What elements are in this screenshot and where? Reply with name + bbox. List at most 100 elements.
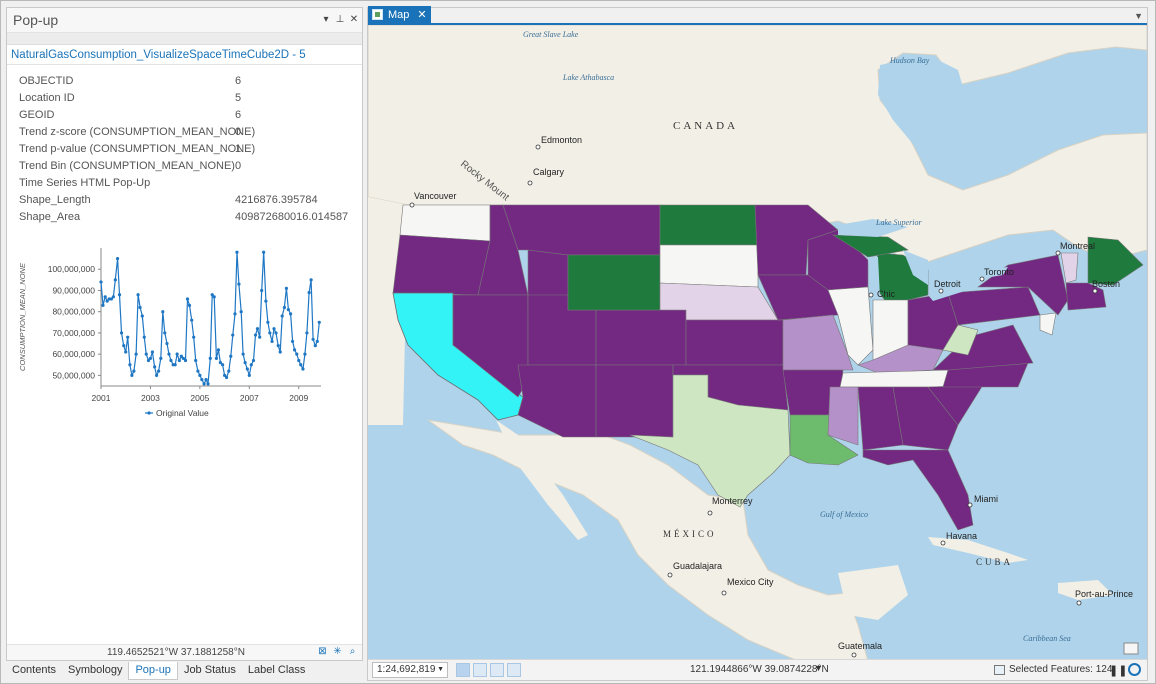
correction-icon[interactable] (507, 663, 521, 677)
chevron-down-icon[interactable]: ▼ (1134, 11, 1143, 21)
data-point (159, 356, 163, 360)
state-pennsylvania[interactable] (947, 286, 1041, 326)
attr-value: 5 (235, 92, 242, 104)
data-point (165, 341, 169, 346)
tab-symbology[interactable]: Symbology (62, 662, 128, 680)
data-point (235, 250, 239, 254)
tab-job-status[interactable]: Job Status (178, 662, 242, 680)
attr-key: OBJECTID (19, 75, 74, 87)
state-oregon[interactable] (392, 234, 491, 296)
scale-selector[interactable]: 1:24,692,819 ▼ (372, 662, 448, 678)
state-north-dakota[interactable] (659, 204, 759, 246)
state-colorado[interactable] (595, 309, 687, 366)
state-mississippi[interactable] (827, 386, 859, 446)
attr-row: Trend Bin (CONSUMPTION_MEAN_NONE) 0 (19, 158, 359, 175)
data-point (233, 312, 237, 316)
selection-icon (994, 664, 1005, 675)
data-point (214, 356, 219, 360)
yucatan (838, 565, 908, 620)
data-point (169, 358, 173, 363)
state-kansas[interactable] (685, 319, 784, 366)
selected-features-status[interactable]: Selected Features: 124 (994, 664, 1112, 675)
data-point (161, 310, 165, 314)
zoom-to-icon[interactable]: ⌕ (347, 646, 358, 657)
refresh-icon[interactable] (1128, 663, 1141, 676)
data-point (303, 352, 307, 356)
data-point (264, 299, 268, 303)
state-new-mexico[interactable] (595, 364, 674, 438)
country-label: MÉXICO (663, 529, 717, 539)
data-point (122, 344, 126, 348)
data-point (103, 295, 107, 299)
data-point (177, 358, 181, 363)
close-icon[interactable]: ✕ (348, 13, 360, 27)
attr-key: Trend p-value (CONSUMPTION_MEAN_NONE) (19, 143, 256, 155)
legend-marker (147, 411, 151, 415)
coordinate-format-chevron-icon[interactable]: ▼ (814, 663, 823, 673)
attribute-table: OBJECTID 6 Location ID 5 GEOID 6 Trend z-sc… (19, 73, 359, 226)
tab-label-class[interactable]: Label Class (242, 662, 311, 680)
data-point (194, 358, 198, 363)
data-point (148, 356, 153, 360)
flash-icon[interactable]: ✳ (332, 646, 343, 657)
x-tick-label: 2003 (141, 393, 160, 403)
grid-icon[interactable] (490, 663, 504, 677)
tab-map[interactable]: Map ✕ (368, 6, 431, 23)
state-tennessee[interactable] (839, 369, 954, 388)
data-point (119, 331, 124, 335)
data-point (198, 373, 202, 377)
state-south-dakota[interactable] (659, 244, 759, 288)
data-point (262, 250, 266, 254)
constraints-icon[interactable] (473, 663, 487, 677)
attr-key: Location ID (19, 92, 75, 104)
close-tab-icon[interactable]: ✕ (417, 8, 426, 21)
state-montana[interactable] (502, 204, 661, 256)
pane-menu-icon[interactable]: ▾ (320, 13, 332, 27)
map-view[interactable]: Great Slave Lake Lake Athabasca Hudson B… (368, 25, 1147, 661)
data-point (276, 344, 280, 348)
state-vermont[interactable] (1060, 252, 1079, 284)
water-label: Caribbean Sea (1023, 634, 1071, 643)
tab-contents[interactable]: Contents (6, 662, 62, 680)
data-point (128, 363, 132, 367)
attr-key: Trend Bin (CONSUMPTION_MEAN_NONE) (19, 160, 235, 172)
map-svg[interactable]: Great Slave Lake Lake Athabasca Hudson B… (368, 25, 1147, 661)
city-label: Havana (946, 531, 977, 541)
data-point (290, 339, 295, 344)
scale-value: 1:24,692,819 (377, 664, 436, 675)
pin-icon[interactable]: ⊥ (334, 13, 346, 27)
feature-title-link[interactable]: NaturalGasConsumption_VisualizeSpaceTime… (7, 45, 362, 65)
state-new-jersey[interactable] (1039, 312, 1057, 336)
data-point (206, 382, 210, 386)
tab-popup[interactable]: Pop-up (128, 662, 178, 680)
data-point (156, 369, 161, 373)
data-point (247, 373, 251, 377)
map-overview-icon[interactable] (1123, 642, 1139, 655)
data-point (153, 365, 157, 369)
snapping-icon[interactable] (456, 663, 470, 677)
data-point (163, 331, 167, 335)
data-point (313, 344, 317, 348)
data-point (185, 297, 190, 301)
state-wyoming-east[interactable] (567, 254, 661, 311)
state-florida[interactable] (862, 449, 974, 531)
data-point (115, 257, 120, 261)
time-series-chart: 50,000,000 60,000,000 70,000,000 80,000,000… (11, 240, 341, 425)
data-point (317, 320, 321, 324)
data-point (292, 348, 297, 352)
city-label: Detroit (934, 279, 961, 289)
data-point (297, 358, 301, 363)
data-point (274, 331, 278, 335)
city-label: Miami (974, 494, 998, 504)
map-icon (372, 9, 383, 20)
data-point (311, 337, 315, 341)
data-point (216, 348, 221, 352)
city-label: Chic (877, 289, 896, 299)
filter-icon[interactable]: ⊠ (317, 646, 328, 657)
data-point (239, 310, 243, 314)
state-arizona[interactable] (517, 364, 597, 438)
y-tick-label: 90,000,000 (52, 285, 95, 295)
popup-toolbar-strip (7, 33, 362, 45)
city-label: Guadalajara (673, 561, 722, 571)
pause-drawing-icon[interactable]: ❚❚ (1109, 664, 1127, 677)
